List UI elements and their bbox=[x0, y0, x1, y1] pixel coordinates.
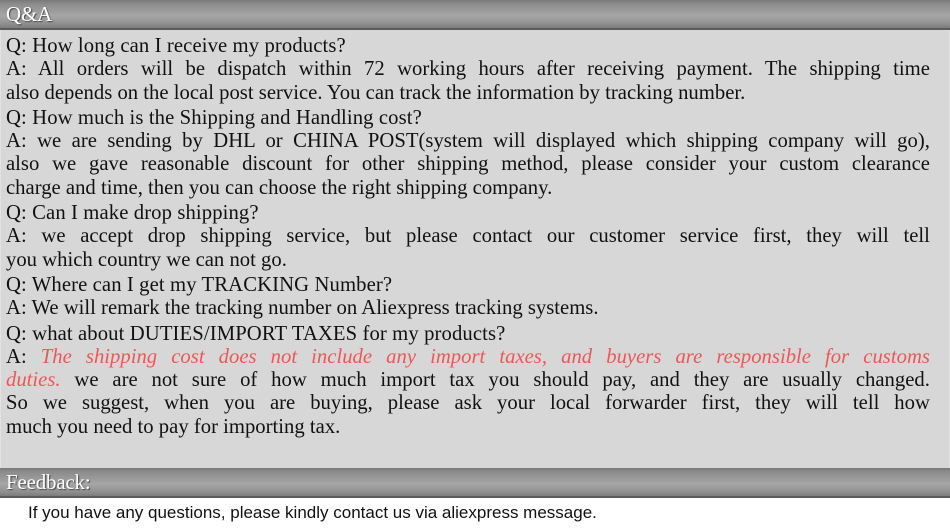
qa-answer-line: A: We will remark the tracking number on… bbox=[6, 295, 599, 320]
qa-answer-line: A: All orders will be dispatch within 72… bbox=[6, 56, 930, 81]
feedback-content: If you have any questions, please kindly… bbox=[0, 498, 950, 528]
feedback-message: If you have any questions, please kindly… bbox=[28, 503, 597, 522]
qa-question: Q: Can I make drop shipping? bbox=[6, 200, 259, 225]
qa-question: Q: How much is the Shipping and Handling… bbox=[6, 104, 422, 129]
qa-question: Q: what about DUTIES/IMPORT TAXES for my… bbox=[6, 320, 506, 345]
qa-answer-line: charge and time, then you can choose the… bbox=[6, 174, 553, 199]
qa-content: Q: How long can I receive my products? A… bbox=[0, 30, 950, 468]
qa-answer-line-highlighted: A: The shipping cost does not include an… bbox=[6, 343, 930, 368]
qa-question: Q: Where can I get my TRACKING Number? bbox=[6, 271, 393, 296]
qa-answer-line: A: we accept drop shipping service, but … bbox=[6, 223, 930, 248]
qa-answer-line: much you need to pay for importing tax. bbox=[6, 413, 341, 438]
qa-answer-highlight: The shipping cost does not include any i… bbox=[40, 343, 930, 368]
qa-block: Q: How long can I receive my products? A… bbox=[6, 33, 944, 104]
qa-feedback-page: Q&A Q: How long can I receive my product… bbox=[0, 0, 950, 530]
qa-answer-line: A: we are sending by DHL or CHINA POST(s… bbox=[6, 128, 930, 153]
qa-answer-line-highlighted: duties. we are not sure of how much impo… bbox=[6, 368, 930, 391]
qa-block: Q: Can I make drop shipping? A: we accep… bbox=[6, 200, 944, 271]
qa-answer-line: also we gave reasonable discount for oth… bbox=[6, 151, 930, 176]
qa-answer-line: you which country we can not go. bbox=[6, 246, 287, 271]
qa-section-header: Q&A bbox=[0, 0, 950, 30]
qa-answer-line: also depends on the local post service. … bbox=[6, 79, 746, 104]
qa-answer-line: So we suggest, when you are buying, plea… bbox=[6, 390, 930, 415]
qa-question: Q: How long can I receive my products? bbox=[6, 33, 346, 57]
qa-block: Q: what about DUTIES/IMPORT TAXES for my… bbox=[6, 320, 944, 438]
qa-block: Q: Where can I get my TRACKING Number? A… bbox=[6, 271, 944, 320]
qa-answer-line: we are not sure of how much import tax y… bbox=[60, 367, 930, 392]
qa-answer-prefix: A: bbox=[6, 343, 41, 368]
qa-block: Q: How much is the Shipping and Handling… bbox=[6, 104, 944, 199]
feedback-section-header: Feedback: bbox=[0, 468, 950, 498]
qa-answer-highlight-tail: duties. bbox=[6, 367, 61, 392]
feedback-section-title: Feedback: bbox=[6, 470, 91, 494]
qa-section-title: Q&A bbox=[6, 2, 53, 26]
